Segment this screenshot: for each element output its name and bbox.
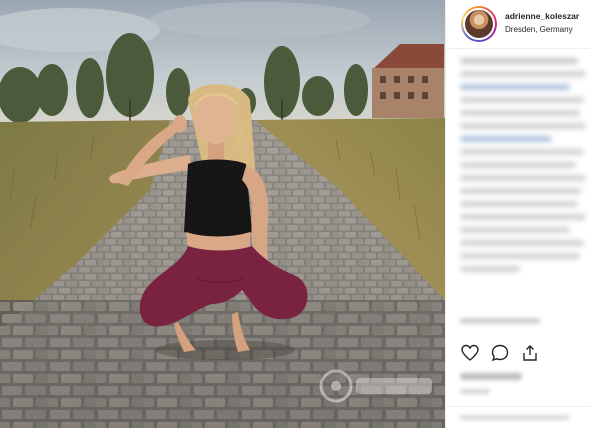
avatar[interactable] [463, 8, 495, 40]
comment-blurred [460, 318, 540, 324]
post-photo[interactable] [0, 0, 445, 428]
watermark-logo [319, 369, 432, 403]
caption-blurred [460, 58, 588, 308]
avatar-story-ring[interactable] [461, 6, 497, 42]
comment-icon[interactable] [490, 343, 510, 363]
post-header: adrienne_koleszar Dresden, Germany [446, 0, 590, 49]
location-link[interactable]: Dresden, Germany [505, 25, 573, 34]
likes-count-blurred [460, 373, 522, 380]
comment-input-bar[interactable] [446, 406, 590, 429]
post-side-panel: adrienne_koleszar Dresden, Germany [445, 0, 590, 428]
share-icon[interactable] [520, 343, 540, 363]
comment-input-blurred[interactable] [460, 415, 570, 420]
post-date-blurred [460, 389, 490, 394]
username-link[interactable]: adrienne_koleszar [505, 11, 579, 21]
post-actions [460, 343, 580, 365]
heart-icon[interactable] [460, 343, 480, 363]
